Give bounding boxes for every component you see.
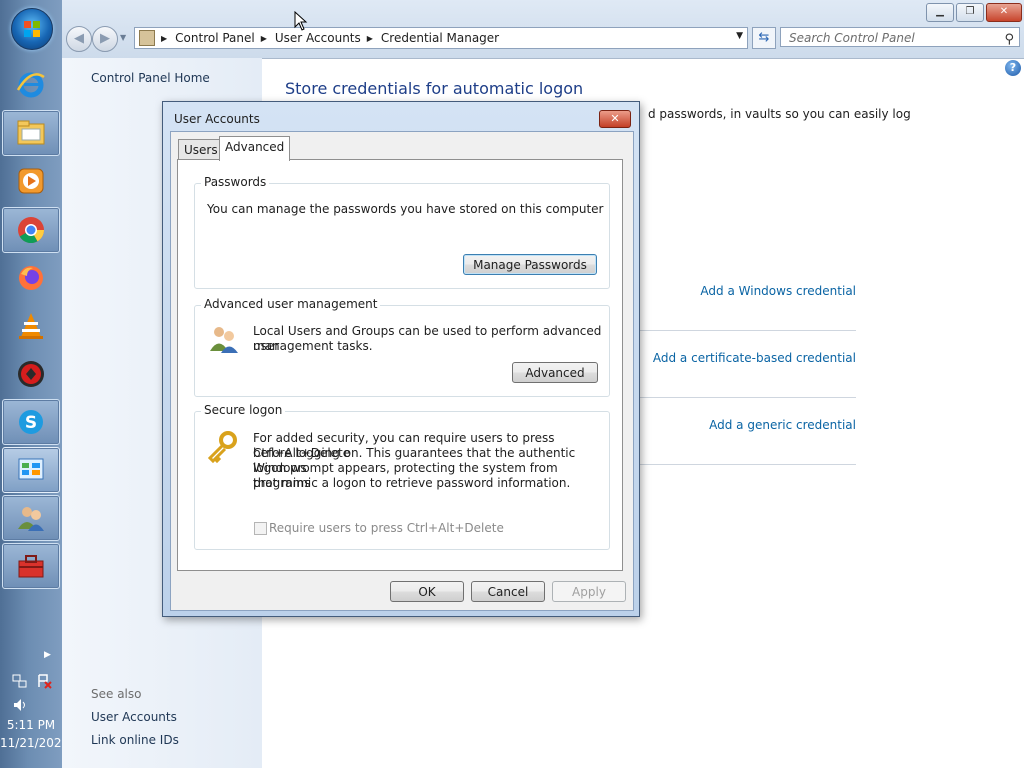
advanced-tab-panel: Passwords You can manage the passwords y… [177, 159, 623, 571]
taskbar-file-explorer[interactable] [2, 110, 60, 156]
dialog-close-button[interactable]: ✕ [599, 110, 631, 128]
page-title: Store credentials for automatic logon [285, 79, 584, 98]
svg-text:S: S [25, 413, 37, 433]
show-hidden-icons-icon[interactable]: ▶ [44, 650, 51, 660]
cancel-button[interactable]: Cancel [471, 581, 545, 602]
user-accounts-icon [18, 507, 44, 531]
control-panel-home-link[interactable]: Control Panel Home [91, 71, 210, 85]
clock-time[interactable]: 5:11 PM [0, 718, 62, 732]
taskbar-user-accounts[interactable] [2, 495, 60, 541]
taskbar: S ▶ 5:11 PM 11/21/2022 [0, 0, 69, 768]
search-placeholder: Search Control Panel [789, 31, 915, 45]
passwords-group: Passwords You can manage the passwords y… [194, 175, 610, 289]
firefox-icon [19, 266, 43, 290]
windows-logo-icon [24, 21, 40, 37]
see-also-user-accounts-link[interactable]: User Accounts [91, 710, 177, 724]
taskbar-media-player[interactable] [2, 158, 60, 204]
back-button[interactable]: ◀ [66, 26, 92, 52]
taskbar-control-panel[interactable] [2, 447, 60, 493]
breadcrumb-credential-manager[interactable]: Credential Manager [381, 31, 499, 45]
minimize-button[interactable]: ▁ [926, 3, 954, 22]
tab-users[interactable]: Users [178, 139, 224, 160]
taskbar-toolbox[interactable] [2, 543, 60, 589]
recent-pages-icon[interactable]: ▼ [120, 33, 126, 42]
media-player-icon [18, 168, 44, 194]
chrome-icon [18, 217, 45, 244]
advanced-button[interactable]: Advanced [512, 362, 598, 383]
secure-logon-text-line4: that mimic a logon to retrieve password … [253, 476, 571, 490]
advanced-mgmt-text-line2: management tasks. [253, 339, 373, 353]
toolbox-icon [18, 555, 44, 578]
red-app-icon [18, 361, 44, 387]
page-description: d passwords, in vaults so you can easily… [648, 107, 911, 121]
ok-button[interactable]: OK [390, 581, 464, 602]
breadcrumb-arrow-icon[interactable]: ▶ [161, 34, 167, 43]
volume-icon[interactable] [12, 697, 28, 717]
search-icon[interactable]: ⚲ [1004, 30, 1014, 50]
divider [636, 330, 856, 331]
secure-logon-group: Secure logon For added security, you can… [194, 403, 610, 550]
passwords-group-label: Passwords [201, 175, 270, 189]
close-window-button[interactable]: ✕ [986, 3, 1022, 22]
vlc-icon [19, 313, 43, 339]
mouse-cursor-icon [294, 11, 308, 31]
control-panel-icon [18, 458, 44, 480]
see-also-label: See also [91, 687, 142, 701]
internet-explorer-icon [16, 72, 45, 98]
add-generic-credential-link[interactable]: Add a generic credential [709, 418, 856, 432]
taskbar-ie[interactable] [2, 61, 60, 107]
breadcrumb-user-accounts[interactable]: User Accounts [275, 31, 361, 45]
window-chrome: ▁ ❐ ✕ ◀ ▶ ▼ ▶ Control Panel ▶ User Accou… [62, 0, 1024, 59]
breadcrumb-control-panel[interactable]: Control Panel [175, 31, 255, 45]
forward-button[interactable]: ▶ [92, 26, 118, 52]
divider [636, 397, 856, 398]
taskbar-firefox[interactable] [2, 255, 60, 301]
tab-advanced[interactable]: Advanced [219, 136, 291, 161]
help-icon[interactable]: ? [1005, 60, 1021, 76]
add-windows-credential-link[interactable]: Add a Windows credential [700, 284, 856, 298]
divider [636, 464, 856, 465]
network-icon[interactable] [12, 673, 28, 693]
file-explorer-icon [17, 120, 45, 145]
taskbar-chrome[interactable] [2, 207, 60, 253]
add-certificate-credential-link[interactable]: Add a certificate-based credential [653, 351, 856, 365]
require-ctrl-alt-delete-checkbox[interactable] [254, 522, 267, 535]
advanced-user-management-label: Advanced user management [201, 297, 381, 311]
taskbar-vlc[interactable] [2, 303, 60, 349]
see-also-link-online-ids-link[interactable]: Link online IDs [91, 733, 179, 747]
skype-icon: S [19, 410, 43, 434]
users-group-icon [207, 323, 241, 358]
address-dropdown-icon[interactable]: ▼ [736, 31, 743, 41]
maximize-button[interactable]: ❐ [956, 3, 984, 22]
advanced-user-management-group: Advanced user management Local Users and… [194, 297, 610, 397]
control-panel-small-icon [139, 30, 155, 46]
action-center-icon[interactable] [36, 673, 52, 693]
key-icon [205, 430, 239, 467]
secure-logon-label: Secure logon [201, 403, 286, 417]
manage-passwords-button[interactable]: Manage Passwords [463, 254, 597, 275]
search-input[interactable]: Search Control Panel ⚲ [780, 27, 1020, 47]
breadcrumb-arrow-icon[interactable]: ▶ [261, 34, 267, 43]
dialog-body: Users Advanced Passwords You can manage … [170, 131, 634, 611]
apply-button[interactable]: Apply [552, 581, 626, 602]
require-ctrl-alt-delete-label[interactable]: Require users to press Ctrl+Alt+Delete [269, 521, 504, 536]
dialog-title: User Accounts [174, 112, 260, 126]
address-bar[interactable]: ▶ Control Panel ▶ User Accounts ▶ Creden… [134, 27, 748, 49]
start-button[interactable] [11, 8, 53, 50]
clock-date[interactable]: 11/21/2022 [0, 736, 69, 750]
taskbar-red-app[interactable] [2, 351, 60, 397]
taskbar-skype[interactable]: S [2, 399, 60, 445]
passwords-description: You can manage the passwords you have st… [207, 202, 604, 216]
breadcrumb-arrow-icon[interactable]: ▶ [367, 34, 373, 43]
refresh-button[interactable]: ⇆ [752, 27, 776, 49]
user-accounts-dialog: User Accounts ✕ Users Advanced Passwords… [162, 101, 640, 617]
